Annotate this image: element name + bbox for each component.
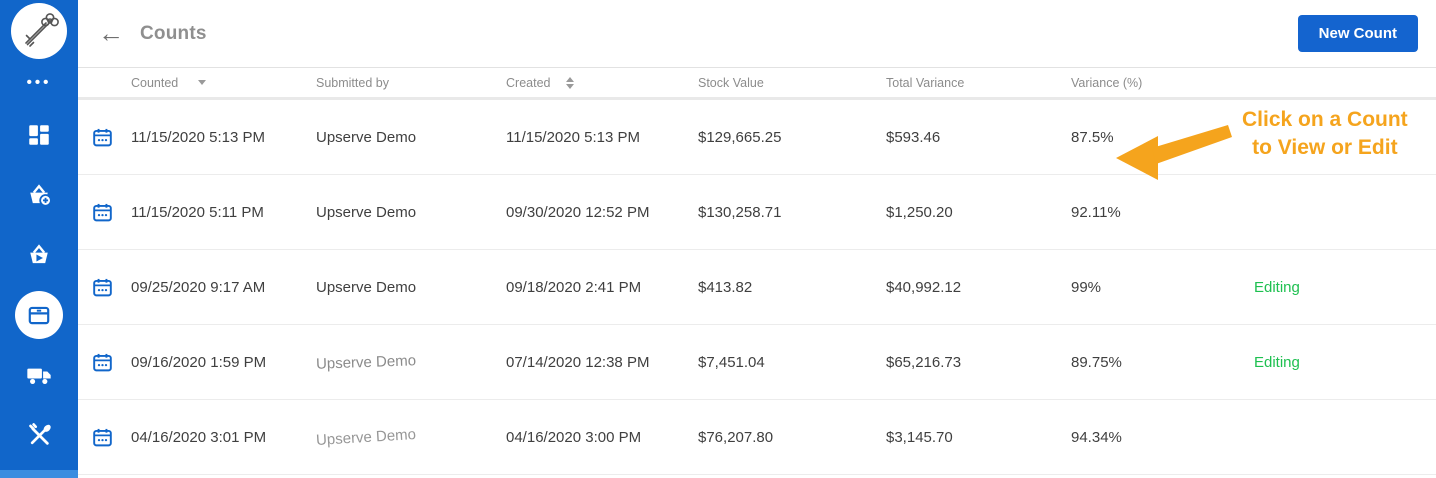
cell-status: Editing (1254, 353, 1300, 371)
cell-created: 11/15/2020 5:13 PM (506, 128, 640, 146)
cell-submitted-by: Upserve Demo (315, 351, 417, 373)
sidebar-bottom-accent (0, 470, 78, 478)
cell-total-variance: $40,992.12 (886, 278, 962, 296)
page-title: Counts (140, 22, 207, 44)
cell-counted: 04/16/2020 3:01 PM (131, 428, 267, 446)
column-header-variance-pct: Variance (%) (1071, 75, 1143, 90)
sidebar-item-dashboard[interactable] (0, 105, 78, 165)
sidebar-item-deliveries[interactable] (0, 345, 78, 405)
utensils-icon (28, 422, 51, 445)
app: ••• ← Counts New Count Counted Submitted… (0, 0, 1436, 478)
cell-total-variance: $65,216.73 (886, 353, 962, 371)
left-arrow-icon: ← (98, 17, 124, 48)
cell-counted: 11/15/2020 5:13 PM (131, 128, 265, 146)
back-button[interactable]: ← (98, 20, 124, 46)
cell-total-variance: $3,145.70 (886, 428, 953, 446)
table-header: Counted Submitted by Created Stock Value… (78, 68, 1436, 100)
sidebar-item-purchasing-send[interactable] (0, 225, 78, 285)
table-row[interactable]: 09/16/2020 1:59 PM Upserve Demo 07/14/20… (78, 325, 1436, 400)
cell-total-variance: $593.46 (886, 128, 941, 146)
cell-created: 09/18/2020 2:41 PM (506, 278, 642, 296)
cell-icon (78, 352, 131, 373)
ellipsis-icon: ••• (26, 73, 52, 91)
cell-status: Editing (1254, 278, 1300, 296)
table-body: 11/15/2020 5:13 PM Upserve Demo 11/15/20… (78, 100, 1436, 475)
cell-stock-value: $7,451.04 (698, 353, 765, 371)
cell-variance-pct: 94.34% (1071, 428, 1122, 446)
cell-created: 04/16/2020 3:00 PM (506, 428, 642, 446)
avatar[interactable] (11, 3, 67, 59)
table-row[interactable]: 11/15/2020 5:11 PM Upserve Demo 09/30/20… (78, 175, 1436, 250)
cell-stock-value: $130,258.71 (698, 203, 782, 221)
cell-counted: 09/25/2020 9:17 AM (131, 278, 266, 296)
calendar-icon (93, 278, 112, 296)
truck-icon (27, 368, 51, 384)
cell-icon (78, 202, 131, 223)
cell-icon (78, 427, 131, 448)
new-count-button[interactable]: New Count (1297, 15, 1418, 52)
sidebar-item-menu-items[interactable] (0, 405, 78, 465)
column-header-total-variance: Total Variance (886, 75, 965, 90)
column-header-counted[interactable]: Counted (131, 76, 316, 90)
calendar-icon (93, 353, 112, 371)
cell-submitted-by: Upserve Demo (316, 128, 417, 146)
cell-counted: 09/16/2020 1:59 PM (131, 353, 267, 371)
dashboard-icon (29, 125, 49, 145)
key-icon (25, 13, 59, 47)
cell-stock-value: $76,207.80 (698, 428, 774, 446)
cell-icon (78, 127, 131, 148)
cell-submitted-by: Upserve Demo (316, 203, 417, 221)
top-bar: ← Counts New Count (78, 0, 1436, 68)
cell-created: 09/30/2020 12:52 PM (506, 203, 650, 221)
table-row[interactable]: 09/25/2020 9:17 AM Upserve Demo 09/18/20… (78, 250, 1436, 325)
table-row[interactable]: 11/15/2020 5:13 PM Upserve Demo 11/15/20… (78, 100, 1436, 175)
calendar-icon (93, 428, 112, 446)
cell-stock-value: $129,665.25 (698, 128, 782, 146)
sidebar-item-inventory[interactable] (0, 285, 78, 345)
table-row[interactable]: 04/16/2020 3:01 PM Upserve Demo 04/16/20… (78, 400, 1436, 475)
column-header-created[interactable]: Created (506, 76, 698, 90)
cell-variance-pct: 92.11% (1071, 203, 1121, 221)
cell-submitted-by: Upserve Demo (316, 278, 417, 296)
sidebar: ••• (0, 0, 78, 478)
column-header-submitted-by: Submitted by (316, 75, 389, 90)
sort-toggle-icon (566, 76, 575, 89)
active-indicator (15, 291, 63, 339)
box-icon (28, 306, 50, 325)
cell-total-variance: $1,250.20 (886, 203, 953, 221)
sidebar-item-purchasing-add[interactable] (0, 165, 78, 225)
calendar-icon (93, 203, 112, 221)
sidebar-item-more-menu[interactable]: ••• (0, 59, 78, 105)
cell-stock-value: $413.82 (698, 278, 753, 296)
cell-created: 07/14/2020 12:38 PM (506, 353, 650, 371)
main-content: ← Counts New Count Counted Submitted by … (78, 0, 1436, 478)
column-header-stock-value: Stock Value (698, 75, 764, 90)
cell-variance-pct: 99% (1071, 278, 1102, 296)
basket-send-icon (30, 244, 48, 264)
cell-submitted-by: Upserve Demo (315, 425, 417, 449)
calendar-icon (93, 128, 112, 146)
cell-counted: 11/15/2020 5:11 PM (131, 203, 264, 221)
cell-variance-pct: 87.5% (1071, 128, 1114, 146)
cell-variance-pct: 89.75% (1071, 353, 1122, 371)
sort-desc-icon (198, 80, 207, 85)
basket-plus-icon (30, 184, 52, 207)
cell-icon (78, 277, 131, 298)
